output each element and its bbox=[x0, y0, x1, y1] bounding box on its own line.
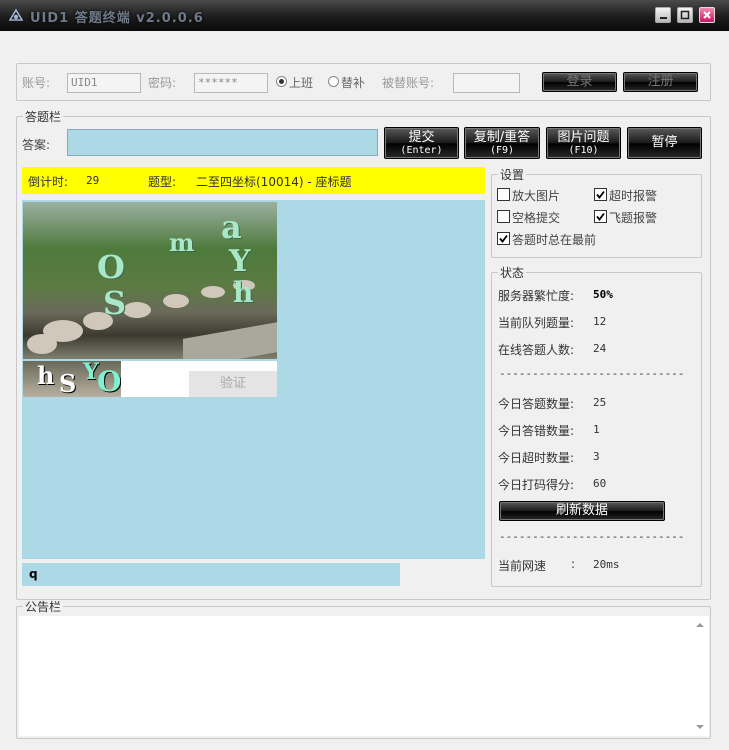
timeout-alarm-label: 超时报警 bbox=[609, 189, 658, 203]
on-duty-label: 上班 bbox=[289, 76, 314, 90]
login-button[interactable]: 登录 bbox=[542, 72, 617, 92]
queue-count-value: 12 bbox=[593, 315, 607, 328]
register-button-label: 注册 bbox=[647, 74, 674, 89]
submit-button-key: (Enter) bbox=[400, 145, 443, 156]
image-issue-label: 图片问题 bbox=[557, 130, 610, 145]
refresh-data-label: 刷新数据 bbox=[555, 503, 608, 518]
queue-count-label: 当前队列题量: bbox=[498, 316, 575, 330]
submit-button[interactable]: 提交 (Enter) bbox=[384, 127, 459, 159]
today-timeout-label: 今日超时数量: bbox=[498, 451, 575, 465]
captcha-letter-m: m bbox=[169, 228, 195, 257]
input-echo-bar: q bbox=[22, 563, 400, 586]
refresh-data-button[interactable]: 刷新数据 bbox=[499, 501, 665, 521]
maximize-button[interactable] bbox=[677, 7, 693, 23]
substitute-label: 替补 bbox=[341, 76, 366, 90]
always-on-top-label: 答题时总在最前 bbox=[512, 233, 597, 247]
account-input[interactable]: UID1 bbox=[67, 73, 141, 93]
pause-button[interactable]: 暂停 bbox=[627, 127, 702, 159]
minimize-button[interactable] bbox=[655, 7, 671, 23]
on-duty-radio[interactable] bbox=[276, 76, 287, 87]
countdown-value: 29 bbox=[86, 174, 100, 187]
image-issue-key: (F10) bbox=[568, 145, 599, 156]
account-label: 账号: bbox=[22, 76, 51, 90]
always-on-top-checkbox[interactable] bbox=[497, 232, 510, 245]
network-speed-value: 20ms bbox=[593, 558, 620, 571]
captcha-letter-y: Y bbox=[229, 244, 251, 279]
captcha-letter-h: h bbox=[233, 276, 254, 309]
captcha-letter-s: S bbox=[103, 284, 127, 322]
maximize-icon bbox=[680, 10, 690, 20]
notice-scrollbar[interactable] bbox=[692, 617, 708, 735]
question-type-label: 题型: bbox=[148, 175, 177, 189]
substitute-radio[interactable] bbox=[328, 76, 339, 87]
captcha-letter-o: O bbox=[97, 248, 125, 286]
title-bar: UID1 答题终端 v2.0.0.6 bbox=[0, 0, 729, 31]
notice-text-area[interactable] bbox=[19, 616, 709, 736]
close-button[interactable] bbox=[699, 7, 715, 23]
server-busy-value: 50% bbox=[593, 288, 613, 301]
enlarge-image-checkbox[interactable] bbox=[497, 188, 510, 201]
answer-input[interactable] bbox=[67, 129, 378, 156]
register-button[interactable]: 注册 bbox=[623, 72, 698, 92]
minimize-icon bbox=[660, 17, 667, 19]
scroll-up-icon[interactable] bbox=[696, 623, 704, 627]
online-users-label: 在线答题人数: bbox=[498, 343, 575, 357]
hint-letter-s: S bbox=[59, 369, 77, 397]
window-title: UID1 答题终端 v2.0.0.6 bbox=[30, 11, 204, 26]
check-icon bbox=[596, 190, 605, 199]
captcha-image[interactable]: a m O Y S h bbox=[23, 202, 277, 359]
answer-group-legend: 答题栏 bbox=[25, 110, 62, 124]
server-busy-label: 服务器繁忙度: bbox=[498, 289, 575, 303]
app-logo-icon bbox=[8, 8, 24, 21]
flying-question-alarm-checkbox[interactable] bbox=[594, 210, 607, 223]
check-icon bbox=[596, 212, 605, 221]
hint-letter-o: O bbox=[97, 365, 121, 397]
question-type-value: 二至四坐标(10014) - 座标题 bbox=[196, 175, 352, 189]
network-speed-label: 当前网速 bbox=[498, 559, 547, 573]
scroll-down-icon[interactable] bbox=[696, 725, 704, 729]
check-icon bbox=[499, 234, 508, 243]
today-answered-label: 今日答题数量: bbox=[498, 397, 575, 411]
substitute-account-label: 被替账号: bbox=[382, 76, 435, 90]
submit-button-label: 提交 bbox=[408, 130, 435, 145]
pause-button-label: 暂停 bbox=[651, 135, 678, 150]
today-wrong-label: 今日答错数量: bbox=[498, 424, 575, 438]
input-echo-text: q bbox=[29, 567, 38, 581]
copy-reanswer-button[interactable]: 复制/重答 (F9) bbox=[464, 127, 540, 159]
settings-group-legend: 设置 bbox=[500, 168, 525, 182]
enlarge-image-label: 放大图片 bbox=[512, 189, 561, 203]
status-separator-top: ---------------------------- bbox=[499, 367, 685, 380]
password-label: 密码: bbox=[148, 76, 177, 90]
password-input[interactable]: ****** bbox=[194, 73, 268, 93]
countdown-label: 倒计时: bbox=[28, 175, 69, 189]
answer-label: 答案: bbox=[22, 138, 51, 152]
login-button-label: 登录 bbox=[566, 74, 593, 89]
copy-reanswer-label: 复制/重答 bbox=[473, 130, 531, 145]
hint-letter-h: h bbox=[37, 361, 55, 390]
status-separator-bottom: ---------------------------- bbox=[499, 530, 685, 543]
online-users-value: 24 bbox=[593, 342, 607, 355]
today-score-value: 60 bbox=[593, 477, 607, 490]
captcha-hint-image: h S Y O bbox=[23, 361, 121, 397]
substitute-account-input[interactable] bbox=[453, 73, 520, 93]
today-timeout-value: 3 bbox=[593, 450, 600, 463]
notice-group-legend: 公告栏 bbox=[25, 600, 62, 614]
today-wrong-value: 1 bbox=[593, 423, 600, 436]
timeout-alarm-checkbox[interactable] bbox=[594, 188, 607, 201]
flying-question-alarm-label: 飞题报警 bbox=[609, 211, 658, 225]
verify-button[interactable]: 验证 bbox=[189, 371, 277, 397]
question-info-bar: 倒计时: 29 题型: 二至四坐标(10014) - 座标题 bbox=[22, 167, 485, 194]
space-submit-checkbox[interactable] bbox=[497, 210, 510, 223]
network-speed-colon: : bbox=[571, 557, 576, 571]
captcha-letter-a: a bbox=[221, 208, 242, 246]
close-icon bbox=[703, 11, 711, 19]
today-answered-value: 25 bbox=[593, 396, 607, 409]
today-score-label: 今日打码得分: bbox=[498, 478, 575, 492]
image-issue-button[interactable]: 图片问题 (F10) bbox=[546, 127, 621, 159]
space-submit-label: 空格提交 bbox=[512, 211, 561, 225]
status-group-legend: 状态 bbox=[500, 266, 525, 280]
copy-reanswer-key: (F9) bbox=[489, 145, 515, 156]
